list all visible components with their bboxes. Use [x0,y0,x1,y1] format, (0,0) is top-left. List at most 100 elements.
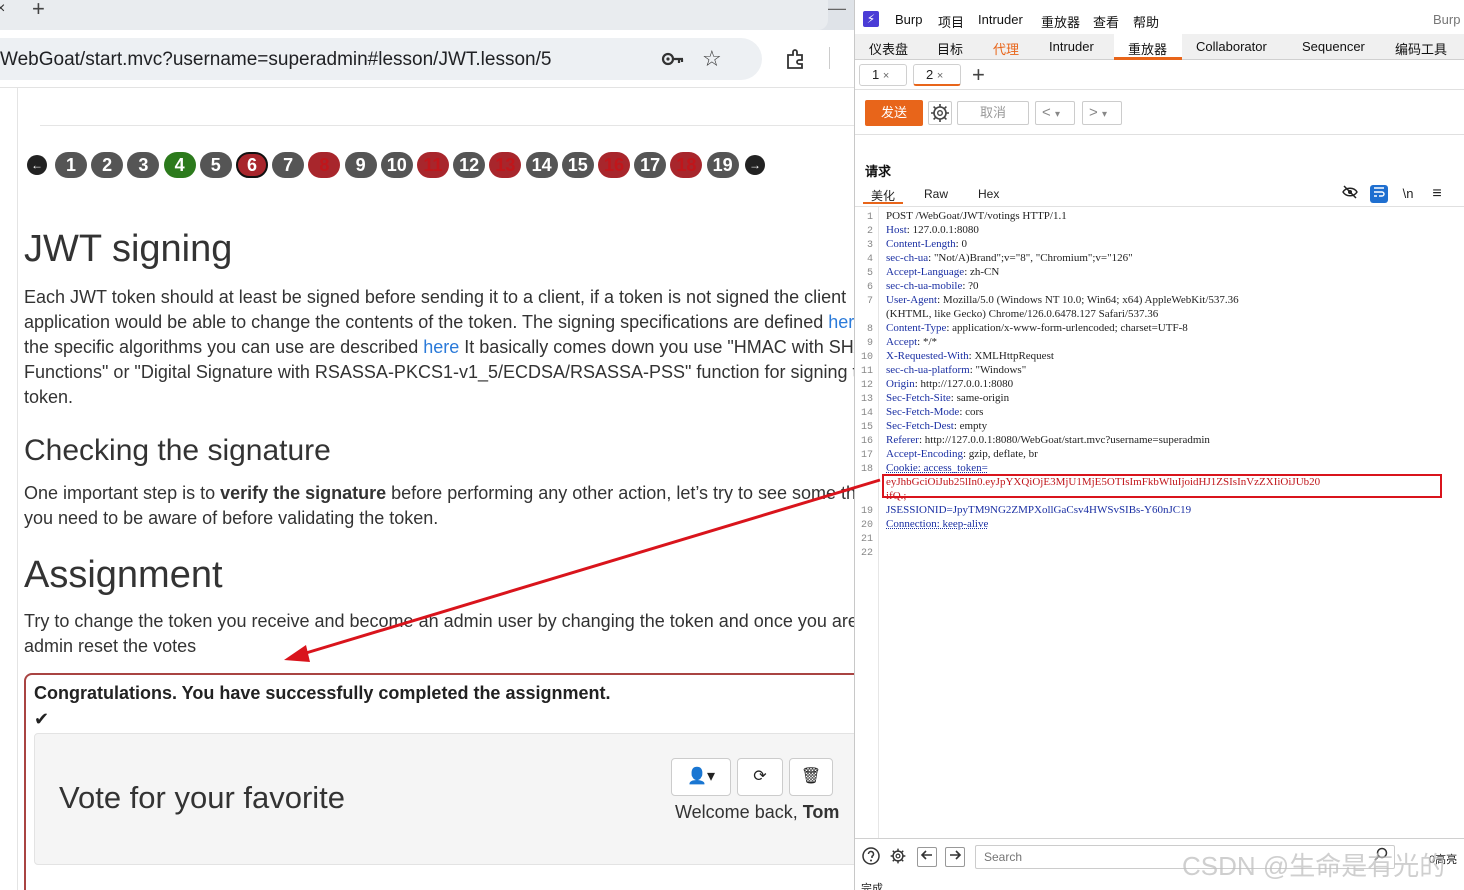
code-line: sec-ch-ua-mobile: ?0 [886,280,979,292]
code-line: (KHTML, like Gecko) Chrome/126.0.6478.12… [886,308,1159,320]
trash-icon[interactable]: 🗑 [789,758,833,796]
lesson-page-7[interactable]: 7 [272,152,305,178]
next-page-arrow-icon[interactable]: → [745,155,765,175]
lesson-page-5[interactable]: 5 [199,152,232,178]
history-back-button[interactable]: < ▾ [1035,101,1075,125]
address-url[interactable]: WebGoat/start.mvc?username=superadmin#le… [0,49,551,71]
line-number: 6 [866,282,873,293]
tab-collaborator[interactable]: Collaborator [1196,39,1267,54]
view-tab-hex[interactable]: Hex [978,187,999,201]
line-number: 14 [860,408,873,419]
refresh-icon[interactable]: ⟳ [737,758,783,796]
menu-icon[interactable]: ≡ [1428,185,1446,203]
header-value: : ?0 [962,280,979,292]
tab-repeater[interactable]: 重放器 [1128,39,1167,58]
menu-burp[interactable]: Burp [895,12,922,27]
prev-page-arrow-icon[interactable]: ← [27,155,47,175]
lesson-page-10[interactable]: 10 [380,152,413,178]
tab-dashboard[interactable]: 仪表盘 [869,39,908,58]
tab-close-icon[interactable]: × [937,70,943,82]
lesson-page-9[interactable]: 9 [344,152,377,178]
header-name: User-Agent [886,294,938,306]
lesson-page-3[interactable]: 3 [127,152,160,178]
menu-help[interactable]: 帮助 [1133,12,1159,31]
minimize-button[interactable]: — [828,0,846,19]
menu-view[interactable]: 查看 [1093,12,1119,31]
add-tab-button[interactable]: + [972,62,985,88]
user-menu-button[interactable]: 👤▾ [671,758,731,796]
tab-intruder[interactable]: Intruder [1049,39,1094,54]
lesson-page-2[interactable]: 2 [91,152,124,178]
back-icon[interactable] [917,847,937,867]
key-icon[interactable] [661,49,685,69]
algorithms-link[interactable]: here [423,337,459,357]
header-name: sec-ch-ua-mobile [886,280,963,292]
header-name: Host [886,224,907,236]
help-icon[interactable] [861,847,881,867]
tab-decoder[interactable]: 编码工具 [1395,39,1447,58]
request-tab-2[interactable]: 2 × [913,64,961,86]
line-number-gutter: 1 2 3 4 5 6 7 8 9 10 11 12 13 14 15 16 17 18 19 20 21 22 [855,207,879,839]
history-forward-button[interactable]: > ▾ [1082,101,1122,125]
menu-repeater[interactable]: 重放器 [1041,12,1080,31]
tab-close-icon[interactable]: × [0,0,5,18]
cancel-button[interactable]: 取消 [957,101,1029,125]
lesson-divider [40,125,854,126]
lesson-page-16[interactable]: 16 [598,152,630,178]
address-bar[interactable]: WebGoat/start.mvc?username=superadmin#le… [0,38,762,80]
burp-main-tabs: 仪表盘 目标 代理 Intruder 重放器 Collaborator Sequ… [855,34,1464,60]
hide-icon[interactable] [1341,185,1359,203]
dropdown-icon: ▾ [1054,109,1060,120]
code-line: Accept: */* [886,336,937,348]
header-name: sec-ch-ua-platform [886,364,970,376]
lesson-page-4[interactable]: 4 [163,152,196,178]
settings-icon[interactable] [888,847,908,867]
lesson-page-12[interactable]: 12 [453,152,486,178]
send-button[interactable]: 发送 [865,100,923,126]
lesson-text: before performing any other action, let’… [386,483,854,503]
lesson-page-11[interactable]: 11 [417,152,449,178]
request-tab-1[interactable]: 1 × [859,64,907,86]
lesson-page-15[interactable]: 15 [561,152,594,178]
tab-proxy[interactable]: 代理 [993,39,1019,58]
toolbar-divider [829,47,830,69]
header-value: : 127.0.0.1:8080 [906,224,979,236]
lesson-page-6[interactable]: 6 [236,152,268,178]
lesson-page-17[interactable]: 17 [634,152,667,178]
lesson-page-14[interactable]: 14 [525,152,558,178]
lesson-paragraph-line: Try to change the token you receive and … [24,611,854,631]
view-tab-raw[interactable]: Raw [924,187,948,201]
menu-project[interactable]: 项目 [938,12,964,31]
wrap-icon[interactable] [1370,185,1388,203]
forward-icon[interactable] [945,847,965,867]
header-name: Sec-Fetch-Site [886,392,951,404]
lesson-page-1[interactable]: 1 [55,152,87,178]
code-line: Content-Length: 0 [886,238,967,250]
lesson-page-13[interactable]: 13 [489,152,522,178]
bookmark-star-icon[interactable]: ☆ [702,46,722,72]
lesson-page-8[interactable]: 8 [308,152,341,178]
code-line: sec-ch-ua-platform: "Windows" [886,364,1026,376]
header-name: Sec-Fetch-Dest [886,420,954,432]
request-editor[interactable]: 1 2 3 4 5 6 7 8 9 10 11 12 13 14 15 16 17 18 19 20 21 22 POST… [855,206,1464,839]
tab-target[interactable]: 目标 [937,39,963,58]
header-name: Content-Length [886,238,956,250]
tab-close-icon[interactable]: × [883,70,889,82]
request-heading: 请求 [865,164,892,179]
newline-icon[interactable]: \n [1399,185,1417,203]
lesson-page-19[interactable]: 19 [706,152,739,178]
spec-link[interactable]: here [828,312,854,332]
header-name: Content-Type [886,322,947,334]
menu-intruder[interactable]: Intruder [978,12,1023,27]
lesson-text: One important step is to [24,483,221,503]
browser-tab[interactable]: × + [0,0,828,30]
vote-panel: Vote for your favorite 👤▾ ⟳ 🗑 Welcome ba… [34,733,854,865]
code-line: Host: 127.0.0.1:8080 [886,224,979,236]
lesson-page-18[interactable]: 18 [670,152,703,178]
connection-line: Connection: keep-alive [886,518,989,530]
new-tab-button[interactable]: + [32,0,45,22]
gear-icon[interactable] [928,101,952,125]
extensions-icon[interactable] [784,47,808,71]
tab-sequencer[interactable]: Sequencer [1302,39,1365,54]
lesson-bold-text: verify the signature [220,483,387,503]
